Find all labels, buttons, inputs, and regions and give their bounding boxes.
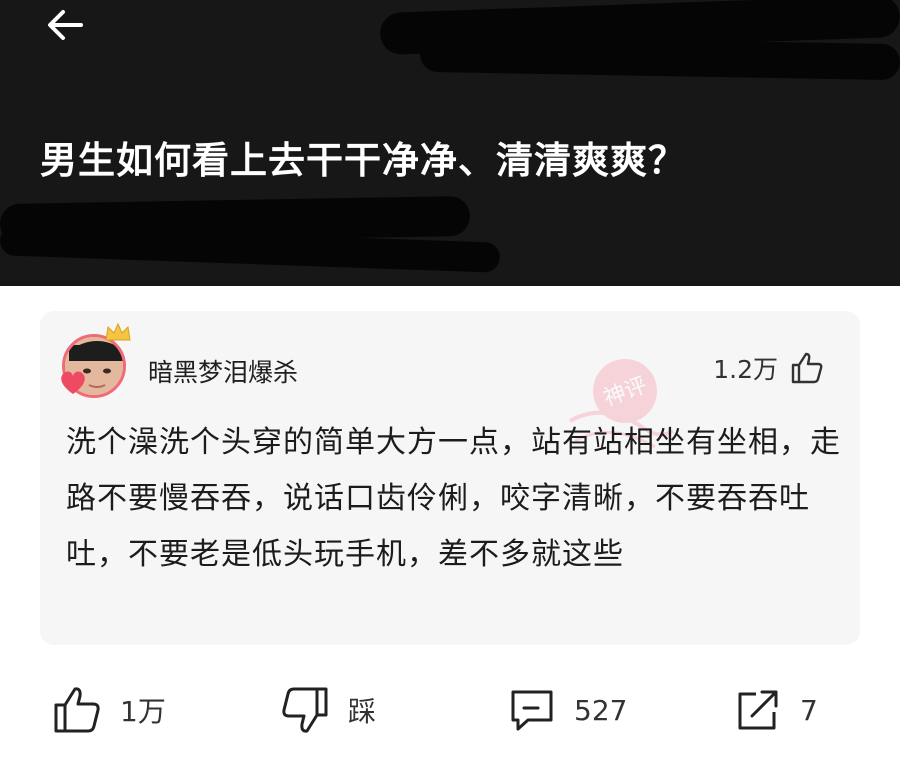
heart-badge-icon (61, 371, 85, 394)
avatar[interactable] (60, 322, 131, 398)
comment-text: 洗个澡洗个头穿的简单大方一点，站有站相坐有坐相，走路不要慢吞吞，说话口齿伶俐，咬… (66, 425, 841, 572)
dislike-action[interactable]: 踩 (280, 680, 376, 740)
back-button[interactable] (40, 2, 90, 48)
thumbs-down-icon (282, 687, 328, 733)
crown-icon (105, 322, 131, 341)
arrow-left-icon (48, 10, 83, 40)
like-action[interactable]: 1万 (52, 680, 166, 740)
comment-icon (511, 690, 553, 731)
share-icon (738, 690, 778, 730)
dislike-label: 踩 (348, 695, 377, 728)
share-count: 7 (800, 693, 818, 727)
redaction-scribble (419, 35, 900, 81)
username[interactable]: 暗黑梦泪爆杀 (148, 353, 298, 389)
comment-like-count: 1.2万 (713, 355, 778, 384)
comment-action[interactable]: 527 (508, 680, 627, 740)
action-bar: 1万 踩 527 7 (0, 680, 900, 740)
top-header: 男生如何看上去干干净净、清清爽爽？ (0, 0, 900, 286)
comment-count: 527 (574, 693, 628, 727)
question-title: 男生如何看上去干干净净、清清爽爽？ (40, 139, 686, 182)
comment-like-button[interactable]: 1.2万 (713, 351, 824, 385)
thumbs-up-icon (54, 687, 100, 733)
thumbs-up-icon (791, 352, 823, 384)
comment-card: 暗黑梦泪爆杀 神评 1.2万 洗个澡洗个头穿的简单大方一点，站有站相坐有坐相，走… (40, 311, 860, 645)
share-action[interactable]: 7 (734, 680, 818, 740)
like-count: 1万 (120, 695, 166, 728)
